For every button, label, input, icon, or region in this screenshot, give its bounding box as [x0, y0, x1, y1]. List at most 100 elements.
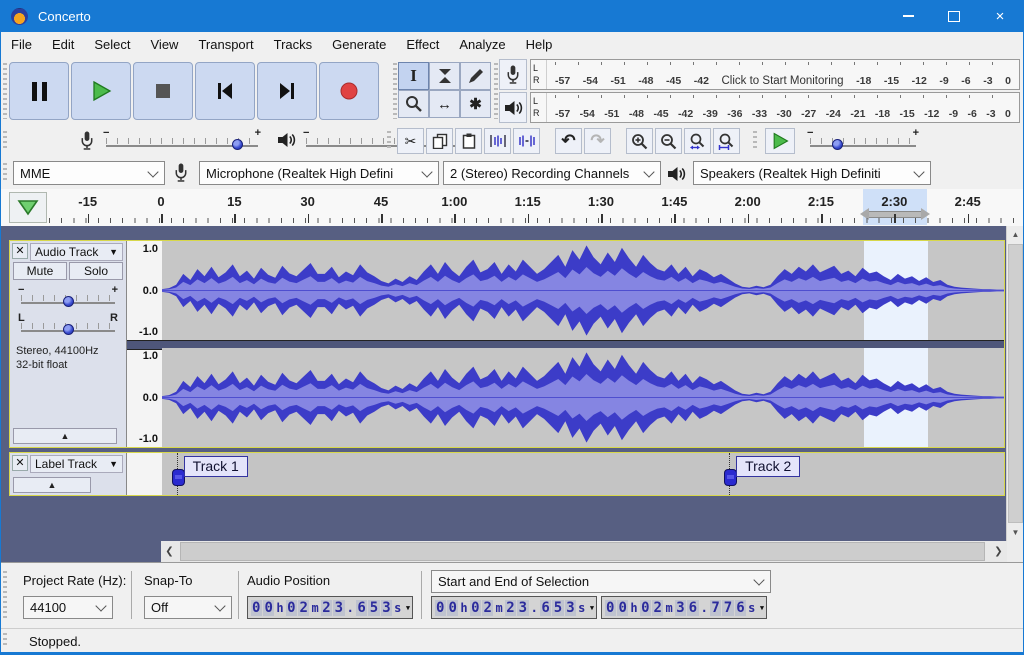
time-digit[interactable]: s — [747, 601, 757, 615]
zoom-out-button[interactable] — [655, 128, 682, 154]
toolbar-grip[interactable] — [3, 131, 7, 151]
time-digit[interactable]: 6 — [540, 600, 551, 616]
toolbar-grip[interactable] — [494, 63, 498, 119]
slider-thumb[interactable] — [832, 139, 843, 150]
time-digit[interactable]: m — [494, 601, 504, 615]
audio-track-collapse-button[interactable]: ▲ — [13, 428, 117, 444]
skip-to-start-button[interactable] — [195, 62, 255, 120]
pause-button[interactable] — [9, 62, 69, 120]
time-digit[interactable]: 3 — [675, 600, 686, 616]
menu-select[interactable]: Select — [84, 34, 140, 55]
time-digit[interactable]: 0 — [263, 600, 274, 616]
time-digit[interactable]: h — [459, 601, 469, 615]
time-digit[interactable]: 2 — [505, 600, 516, 616]
minimize-button[interactable] — [885, 0, 931, 32]
time-digit[interactable]: 6 — [356, 600, 367, 616]
label-track-title-menu[interactable]: Label Track▼ — [30, 455, 123, 473]
time-digit[interactable]: 3 — [565, 600, 576, 616]
toolbar-grip[interactable] — [393, 63, 397, 119]
recording-channels-select[interactable]: 2 (Stereo) Recording Channels — [443, 161, 661, 185]
recording-volume-slider[interactable]: − + — [103, 128, 261, 154]
recording-meter-mic-button[interactable] — [499, 59, 527, 90]
time-digit[interactable]: 0 — [447, 600, 458, 616]
playback-device-select[interactable]: Speakers (Realtek High Definiti — [693, 161, 931, 185]
project-rate-select[interactable]: 44100 — [23, 596, 113, 619]
selection-end-field[interactable]: 00h02m36.776s▼ — [601, 596, 767, 619]
time-digit[interactable]: 2 — [482, 600, 493, 616]
time-digit[interactable]: 5 — [368, 600, 379, 616]
slider-thumb[interactable] — [63, 324, 74, 335]
solo-button[interactable]: Solo — [69, 262, 123, 280]
selection-start-field[interactable]: 00h02m23.653s▼ — [431, 596, 597, 619]
time-digit[interactable]: 3 — [381, 600, 392, 616]
time-digit[interactable]: . — [699, 601, 709, 615]
time-digit[interactable]: 5 — [552, 600, 563, 616]
time-digit[interactable]: 3 — [333, 600, 344, 616]
time-digit[interactable]: 3 — [517, 600, 528, 616]
slider-thumb[interactable] — [232, 139, 243, 150]
gain-slider[interactable]: − + — [18, 285, 118, 311]
pan-slider[interactable]: L R — [18, 313, 118, 339]
menu-analyze[interactable]: Analyze — [449, 34, 515, 55]
multi-tool-button[interactable]: ✱ — [460, 90, 491, 118]
dropdown-triangle-icon[interactable]: ▼ — [760, 604, 764, 612]
copy-button[interactable] — [426, 128, 453, 154]
audio-track-title-menu[interactable]: Audio Track▼ — [30, 243, 123, 261]
waveform-area[interactable] — [162, 241, 1004, 447]
close-button[interactable]: × — [977, 0, 1023, 32]
cut-button[interactable]: ✂ — [397, 128, 424, 154]
envelope-tool-button[interactable] — [429, 62, 460, 90]
time-digit[interactable]: 6 — [735, 600, 746, 616]
audio-position-field[interactable]: 00h02m23.653s▼ — [247, 596, 413, 619]
menu-view[interactable]: View — [141, 34, 189, 55]
audio-track-close-button[interactable]: ✕ — [12, 243, 28, 259]
time-digit[interactable]: s — [577, 601, 587, 615]
label-track-close-button[interactable]: ✕ — [12, 455, 28, 471]
silence-audio-button[interactable] — [513, 128, 540, 154]
time-digit[interactable]: h — [275, 601, 285, 615]
recording-meter-bar[interactable]: LR -57-54-51-48-45-42Click to Start Moni… — [530, 59, 1020, 90]
label-track[interactable]: ✕ Label Track▼ ▲ Track 1Track 2 — [9, 452, 1005, 496]
playback-speed-slider[interactable]: − + — [807, 128, 919, 154]
record-button[interactable] — [319, 62, 379, 120]
menu-help[interactable]: Help — [516, 34, 563, 55]
fit-project-button[interactable] — [713, 128, 740, 154]
audio-track[interactable]: ✕ Audio Track▼ Mute Solo − + L R Stereo — [9, 240, 1005, 448]
draw-tool-button[interactable] — [460, 62, 491, 90]
zoom-in-button[interactable] — [626, 128, 653, 154]
timeline-pin-button[interactable] — [9, 192, 47, 223]
horizontal-scrollbar-thumb[interactable] — [180, 542, 985, 561]
slider-thumb[interactable] — [63, 296, 74, 307]
menu-file[interactable]: File — [1, 34, 42, 55]
menu-effect[interactable]: Effect — [396, 34, 449, 55]
time-digit[interactable]: s — [393, 601, 403, 615]
selection-mode-select[interactable]: Start and End of Selection — [431, 570, 771, 593]
toolbar-grip[interactable] — [753, 131, 757, 151]
mute-button[interactable]: Mute — [13, 262, 67, 280]
paste-button[interactable] — [455, 128, 482, 154]
menu-tracks[interactable]: Tracks — [264, 34, 323, 55]
time-digit[interactable]: 0 — [605, 600, 616, 616]
toolbar-grip[interactable] — [387, 131, 391, 151]
time-digit[interactable]: 2 — [321, 600, 332, 616]
time-digit[interactable]: 2 — [298, 600, 309, 616]
selection-tool-button[interactable]: I — [398, 62, 429, 90]
toolbar-grip[interactable] — [3, 571, 7, 621]
time-digit[interactable]: . — [345, 601, 355, 615]
time-digit[interactable]: 0 — [286, 600, 297, 616]
time-digit[interactable]: . — [529, 601, 539, 615]
time-digit[interactable]: 0 — [640, 600, 651, 616]
time-digit[interactable]: m — [664, 601, 674, 615]
time-digit[interactable]: 0 — [617, 600, 628, 616]
vertical-scrollbar-thumb[interactable] — [1008, 244, 1023, 523]
time-digit[interactable]: h — [629, 601, 639, 615]
time-digit[interactable]: 2 — [652, 600, 663, 616]
fit-selection-button[interactable] — [684, 128, 711, 154]
recording-device-select[interactable]: Microphone (Realtek High Defini — [199, 161, 439, 185]
time-digit[interactable]: 7 — [710, 600, 721, 616]
waveform-channel-left[interactable] — [162, 241, 1004, 340]
waveform-channel-right[interactable] — [162, 348, 1004, 447]
scroll-up-arrow-icon[interactable]: ▲ — [1007, 226, 1024, 243]
playback-meter-bar[interactable]: LR -57-54-51-48-45-42-39-36-33-30-27-24-… — [530, 92, 1020, 123]
time-shift-tool-button[interactable]: ↔ — [429, 90, 460, 118]
